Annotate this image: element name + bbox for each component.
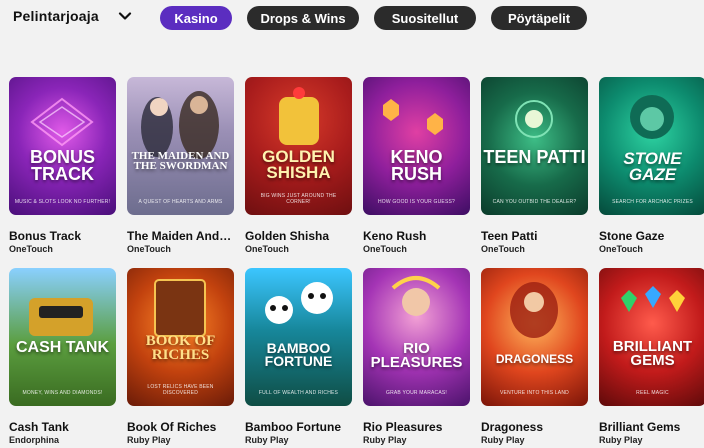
game-provider: OneTouch [245, 244, 289, 254]
game-art-title: DRAGONESS [495, 352, 574, 366]
game-provider: Ruby Play [481, 435, 525, 445]
medusa-graphic [630, 95, 674, 139]
game-provider: OneTouch [363, 244, 407, 254]
game-card[interactable]: BONUS TRACK MUSIC & SLOTS LOOK NO FURTHE… [9, 77, 116, 257]
game-art-tagline: A QUEST OF HEARTS AND ARMS [138, 199, 223, 205]
game-provider: Ruby Play [245, 435, 289, 445]
game-thumbnail[interactable]: CASH TANK MONEY, WINS AND DIAMONDS! [9, 268, 116, 406]
game-card[interactable]: RIO PLEASURES GRAB YOUR MARACAS! Rio Ple… [363, 268, 470, 448]
game-thumbnail[interactable]: GOLDEN SHISHA BIG WINS JUST AROUND THE C… [245, 77, 352, 215]
game-provider: Endorphina [9, 435, 59, 445]
game-card[interactable]: DRAGONESS VENTURE INTO THIS LAND Dragone… [481, 268, 588, 448]
tab-label: Pöytäpelit [507, 10, 571, 26]
game-thumbnail[interactable]: BRILLIANT GEMS REEL MAGIC [599, 268, 704, 406]
game-art-title: BOOK OF RICHES [145, 333, 216, 364]
game-card[interactable]: STONE GAZE SEARCH FOR ARCHAIC PRIZES Sto… [599, 77, 704, 257]
keno-balls-graphic [383, 99, 443, 135]
tab-suositellut[interactable]: Suositellut [374, 6, 476, 30]
game-art-tagline: REEL MAGIC [636, 390, 669, 396]
tank-graphic [29, 298, 93, 336]
game-title: Stone Gaze [599, 229, 665, 243]
game-art-tagline: HOW GOOD IS YOUR GUESS? [377, 199, 456, 205]
game-provider: OneTouch [127, 244, 171, 254]
game-art-title: CASH TANK [15, 339, 110, 356]
game-art-tagline: LOST RELICS HAVE BEEN DISCOVERED [147, 384, 214, 396]
game-card[interactable]: THE MAIDEN AND THE SWORDMAN A QUEST OF H… [127, 77, 234, 257]
game-thumbnail[interactable]: BAMBOO FORTUNE FULL OF WEALTH AND RICHES [245, 268, 352, 406]
game-art-title: GOLDEN SHISHA [262, 147, 335, 183]
game-art-title: BONUS TRACK [29, 147, 95, 185]
tab-poytapelit[interactable]: Pöytäpelit [491, 6, 587, 30]
game-thumbnail[interactable]: THE MAIDEN AND THE SWORDMAN A QUEST OF H… [127, 77, 234, 215]
game-card[interactable]: CASH TANK MONEY, WINS AND DIAMONDS! Cash… [9, 268, 116, 448]
game-art-title: STONE GAZE [623, 149, 682, 185]
provider-dropdown[interactable]: Pelintarjoaja [13, 8, 133, 24]
game-title: Bamboo Fortune [245, 420, 341, 434]
game-thumbnail[interactable]: RIO PLEASURES GRAB YOUR MARACAS! [363, 268, 470, 406]
game-thumbnail[interactable]: TEEN PATTI CAN YOU OUTBID THE DEALER? [481, 77, 588, 215]
game-card[interactable]: BAMBOO FORTUNE FULL OF WEALTH AND RICHES… [245, 268, 352, 448]
game-title: Cash Tank [9, 420, 69, 434]
tab-label: Drops & Wins [260, 10, 346, 26]
game-thumbnail[interactable]: BOOK OF RICHES LOST RELICS HAVE BEEN DIS… [127, 268, 234, 406]
game-art-tagline: FULL OF WEALTH AND RICHES [258, 390, 339, 396]
game-art-tagline: GRAB YOUR MARACAS! [385, 390, 448, 396]
dancer-graphic [391, 276, 441, 316]
game-card[interactable]: BOOK OF RICHES LOST RELICS HAVE BEEN DIS… [127, 268, 234, 448]
game-thumbnail[interactable]: BONUS TRACK MUSIC & SLOTS LOOK NO FURTHE… [9, 77, 116, 215]
game-provider: Ruby Play [599, 435, 643, 445]
category-tabs: Kasino Drops & Wins Suositellut Pöytäpel… [160, 6, 587, 30]
game-provider: Ruby Play [363, 435, 407, 445]
game-art-title: BRILLIANT GEMS [612, 338, 693, 370]
game-card[interactable]: TEEN PATTI CAN YOU OUTBID THE DEALER? Te… [481, 77, 588, 257]
game-thumbnail[interactable]: KENO RUSH HOW GOOD IS YOUR GUESS? [363, 77, 470, 215]
game-title: The Maiden And The Swordman [127, 229, 234, 243]
tab-label: Kasino [174, 10, 218, 26]
game-art-title: KENO RUSH [390, 147, 443, 185]
tab-drops-and-wins[interactable]: Drops & Wins [247, 6, 359, 30]
neon-triangle-graphic [30, 97, 94, 147]
game-art-title: THE MAIDEN AND THE SWORDMAN [131, 150, 230, 173]
provider-dropdown-label: Pelintarjoaja [13, 8, 99, 24]
game-thumbnail[interactable]: DRAGONESS VENTURE INTO THIS LAND [481, 268, 588, 406]
game-title: Golden Shisha [245, 229, 330, 243]
game-card[interactable]: KENO RUSH HOW GOOD IS YOUR GUESS? Keno R… [363, 77, 470, 257]
game-art-tagline: MONEY, WINS AND DIAMONDS! [22, 390, 103, 396]
game-art-tagline: VENTURE INTO THIS LAND [500, 390, 569, 396]
game-provider: OneTouch [599, 244, 643, 254]
game-card[interactable]: BRILLIANT GEMS REEL MAGIC Brilliant Gems… [599, 268, 704, 448]
game-row: BONUS TRACK MUSIC & SLOTS LOOK NO FURTHE… [9, 77, 704, 257]
game-title: Book Of Riches [127, 420, 217, 434]
game-art-tagline: CAN YOU OUTBID THE DEALER? [492, 199, 577, 205]
game-provider: OneTouch [481, 244, 525, 254]
game-title: Rio Pleasures [363, 420, 443, 434]
game-art-tagline: BIG WINS JUST AROUND THE CORNER! [260, 193, 337, 205]
game-title: Keno Rush [363, 229, 427, 243]
tab-kasino[interactable]: Kasino [160, 6, 232, 30]
game-art-title: TEEN PATTI [483, 147, 586, 167]
game-title: Brilliant Gems [599, 420, 681, 434]
game-title: Teen Patti [481, 229, 538, 243]
game-row: CASH TANK MONEY, WINS AND DIAMONDS! Cash… [9, 268, 704, 448]
game-art-title: BAMBOO FORTUNE [264, 340, 333, 370]
coin-graphic [515, 100, 553, 138]
panda-graphic [265, 282, 333, 324]
top-bar: Pelintarjoaja Kasino Drops & Wins Suosit… [0, 0, 704, 40]
gems-graphic [621, 286, 685, 312]
game-title: Bonus Track [9, 229, 82, 243]
game-provider: OneTouch [9, 244, 53, 254]
game-art-title: RIO PLEASURES [370, 340, 463, 372]
characters-graphic [141, 91, 219, 159]
chevron-down-icon [117, 8, 133, 24]
dragoness-graphic [510, 282, 558, 338]
game-thumbnail[interactable]: STONE GAZE SEARCH FOR ARCHAIC PRIZES [599, 77, 704, 215]
game-provider: Ruby Play [127, 435, 171, 445]
game-title: Dragoness [481, 420, 544, 434]
game-art-tagline: MUSIC & SLOTS LOOK NO FURTHER! [14, 199, 111, 205]
game-art-tagline: SEARCH FOR ARCHAIC PRIZES [612, 199, 693, 205]
game-card[interactable]: GOLDEN SHISHA BIG WINS JUST AROUND THE C… [245, 77, 352, 257]
tab-label: Suositellut [391, 10, 459, 26]
